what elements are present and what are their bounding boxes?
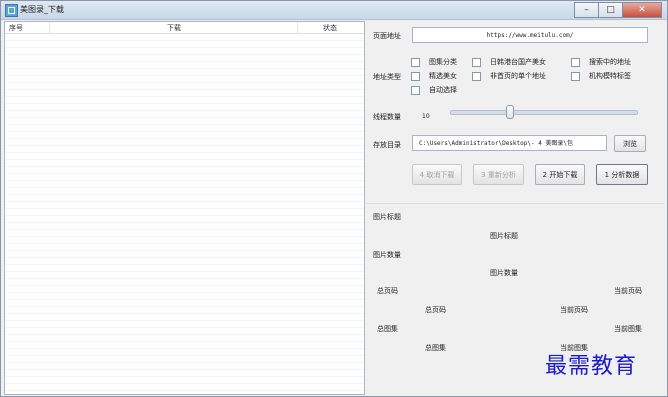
slider-thumb[interactable] xyxy=(506,105,514,119)
image-count-value: 图片数量 xyxy=(490,269,518,277)
window-title: 美图录_下载 xyxy=(20,5,64,14)
checkbox-icon[interactable] xyxy=(571,71,580,81)
page-url-field[interactable]: https://www.meitulu.com/ xyxy=(412,27,648,43)
list-rows xyxy=(5,34,364,394)
current-page-label: 当前页码 xyxy=(614,287,642,295)
threads-slider[interactable] xyxy=(450,110,638,115)
current-set-label: 当前图集 xyxy=(614,325,642,333)
list-header: 序号 下载 状态 xyxy=(5,22,364,34)
minimize-button[interactable]: – xyxy=(574,2,599,18)
start-download-button[interactable]: 2 开始下载 xyxy=(535,164,585,185)
checkbox-featured[interactable]: 精选美女 xyxy=(411,71,457,81)
total-sets-value: 总图集 xyxy=(425,344,446,352)
save-dir-label: 存放目录 xyxy=(373,141,401,149)
maximize-button[interactable]: □ xyxy=(598,2,623,18)
image-title-value: 图片标题 xyxy=(490,232,518,240)
total-pages-value: 总页码 xyxy=(425,306,446,314)
checkbox-icon[interactable] xyxy=(411,85,420,95)
app-icon xyxy=(5,4,18,17)
page-url-label: 页面地址 xyxy=(373,32,401,40)
column-header-download[interactable]: 下载 xyxy=(167,23,181,33)
main-window: 美图录_下载 – □ ✕ 序号 下载 状态 页面地址 https://www.m… xyxy=(0,0,668,397)
checkbox-search-address[interactable]: 搜索中的地址 xyxy=(571,57,631,67)
checkbox-agency-tags[interactable]: 机构模特标签 xyxy=(571,71,631,81)
column-header-index[interactable]: 序号 xyxy=(9,23,23,33)
checkbox-icon[interactable] xyxy=(411,71,420,81)
save-dir-field[interactable]: C:\Users\Administrator\Desktop\- 4 美图录\包 xyxy=(412,135,607,151)
window-controls: – □ ✕ xyxy=(574,2,662,18)
watermark-text: 最需教育 xyxy=(545,354,638,379)
total-pages-label: 总页码 xyxy=(377,287,398,295)
cancel-download-button[interactable]: 4 取消下载 xyxy=(412,164,462,185)
analyze-data-button[interactable]: 1 分析数据 xyxy=(596,164,648,185)
section-divider xyxy=(364,203,664,204)
checkbox-single-address[interactable]: 非首页的单个地址 xyxy=(472,71,546,81)
browse-button[interactable]: 浏览 xyxy=(614,135,646,152)
settings-panel: 页面地址 https://www.meitulu.com/ 地址类型 图集分类 … xyxy=(364,21,664,393)
title-bar: 美图录_下载 – □ ✕ xyxy=(1,1,667,20)
column-header-status[interactable]: 状态 xyxy=(323,23,337,33)
checkbox-gallery-category[interactable]: 图集分类 xyxy=(411,57,457,67)
close-button[interactable]: ✕ xyxy=(622,2,662,18)
checkbox-icon[interactable] xyxy=(411,57,420,67)
threads-label: 线程数量 xyxy=(373,113,401,121)
reanalyze-button[interactable]: 3 重新分析 xyxy=(473,164,524,185)
address-type-label: 地址类型 xyxy=(373,73,401,81)
image-title-label: 图片标题 xyxy=(373,213,401,221)
checkbox-icon[interactable] xyxy=(472,71,481,81)
checkbox-asian-models[interactable]: 日韩港台国产美女 xyxy=(472,57,546,67)
current-page-value: 当前页码 xyxy=(560,306,588,314)
threads-value: 10 xyxy=(422,113,430,120)
checkbox-icon[interactable] xyxy=(472,57,481,67)
checkbox-auto-select[interactable]: 自动选择 xyxy=(411,85,457,95)
download-list[interactable]: 序号 下载 状态 xyxy=(4,21,365,395)
image-count-label: 图片数量 xyxy=(373,251,401,259)
total-sets-label: 总图集 xyxy=(377,325,398,333)
checkbox-icon[interactable] xyxy=(571,57,580,67)
